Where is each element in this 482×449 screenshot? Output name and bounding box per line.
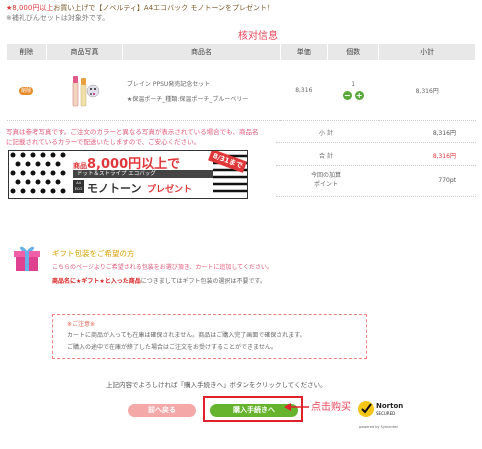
- annotation-click-to-buy: 点击购买: [311, 402, 351, 413]
- summary-points-row: 今回の加算 ポイント 770pt: [276, 166, 476, 197]
- gift-note: 商品名に★ギフト★と入った商品につきましてはギフト包装の選択は不要です。: [52, 276, 266, 285]
- gift-note-bold: 商品名に★ギフト★と入った商品: [52, 278, 141, 285]
- header-price: 単価: [279, 43, 329, 61]
- product-variant: ★保温ポーチ_種類:保温ポーチ_ブルーベリー: [126, 95, 249, 103]
- cart-row: 削除 ブレイン PPSU発売記念セット ★保温ポーチ_種類:保温ポーチ_ブルーベ…: [6, 60, 476, 121]
- banner-prefix: 商品: [73, 162, 87, 170]
- points-label: 今回の加算 ポイント: [276, 171, 376, 189]
- banner-present: プレゼント: [147, 185, 193, 195]
- notice-line2: ご購入の途中で在庫が終了した場合はご注文をお受けすることができません。: [67, 344, 277, 351]
- product-name: ブレイン PPSU発売記念セット: [126, 80, 211, 88]
- photo-disclaimer: 写真は参考写真です。ご注文のカラーと異なる写真が表示されている場合でも、商品名に…: [6, 128, 259, 146]
- order-summary: 小 計 8,316円 合 計 8,316円 今回の加算 ポイント 770pt: [276, 120, 476, 197]
- notice-line1: カートに商品が入っても在庫は確保されません。商品はご購入完了画面で確保されます。: [67, 332, 306, 339]
- quantity-stepper: − +: [329, 91, 378, 100]
- unit-price: 8,316: [280, 60, 328, 121]
- gift-instructions[interactable]: こちらのページよりご希望される包装をお選び頂き、カートに追加してください。: [52, 262, 273, 271]
- header-photo: 商品写真: [45, 43, 124, 61]
- subtotal-value: 8,316円: [432, 130, 456, 137]
- total-value: 8,316円: [432, 153, 456, 160]
- norton-brand: Norton: [376, 402, 404, 410]
- banner-line2: ドット＆ストライプ エコバッグ: [73, 170, 217, 178]
- cart-table: 削除 商品写真 商品名 単価 個数 小計 削除 ブレイン PPSU発売記念セット…: [6, 43, 476, 121]
- purchase-instruction: 上記内容でよろしければ「購入手続きへ」ボタンをクリックしてください。: [106, 381, 327, 389]
- summary-total-row: 合 計 8,316円: [276, 143, 476, 166]
- gift-title: ギフト包装をご希望の方: [52, 249, 135, 258]
- norton-powered: powered by Symantec: [359, 425, 399, 429]
- quantity-value: 1: [351, 81, 356, 88]
- header-qty: 個数: [326, 43, 380, 61]
- promo-text: お買い上げで【ノベルティ】A4エコバック モノトーンをプレゼント！: [53, 4, 275, 12]
- notice-title: ※ご注意※: [67, 321, 96, 328]
- arrow-icon: [284, 403, 309, 411]
- delete-button[interactable]: 削除: [19, 86, 34, 95]
- points-value: 770pt: [438, 177, 456, 184]
- promo-exclusion: ※補礼びんセットは対象外です。: [6, 14, 110, 22]
- summary-subtotal-row: 小 計 8,316円: [276, 120, 476, 143]
- norton-secured-text: SECURED: [376, 411, 396, 416]
- row-subtotal: 8,316円: [378, 60, 476, 121]
- annotation-check-info: 核对信息: [238, 31, 278, 42]
- gift-box-icon: [12, 243, 42, 275]
- norton-secured-badge[interactable]: Norton SECURED powered by Symantec: [357, 398, 404, 436]
- points-label-line1: 今回の加算: [310, 172, 341, 179]
- polka-dot-pattern: [9, 151, 69, 198]
- plus-icon[interactable]: +: [354, 91, 364, 100]
- minus-icon[interactable]: −: [342, 91, 352, 100]
- banner-title: モノトーン: [87, 182, 142, 195]
- header-delete: 削除: [6, 43, 47, 61]
- header-name: 商品名: [122, 43, 281, 61]
- promo-amount: ★8,000円以上: [6, 4, 54, 12]
- cart-header-row: 削除 商品写真 商品名 単価 個数 小計: [6, 43, 476, 61]
- total-label: 合 計: [319, 153, 333, 160]
- header-subtotal: 小計: [378, 43, 476, 61]
- banner-logo: A4 ECO: [73, 180, 84, 193]
- product-image[interactable]: [67, 72, 103, 110]
- promo-banner[interactable]: 商品8,000円以上で ドット＆ストライプ エコバッグ A4 ECO モノトーン…: [8, 150, 248, 199]
- gift-note-rest: につきましてはギフト包装の選択は不要です。: [140, 278, 266, 285]
- back-button[interactable]: 前へ戻る: [128, 404, 196, 417]
- subtotal-label: 小 計: [319, 130, 333, 137]
- top-promo-note: ★8,000円以上お買い上げで【ノベルティ】A4エコバック モノトーンをプレゼン…: [6, 3, 274, 23]
- caution-notice: ※ご注意※ カートに商品が入っても在庫は確保されません。商品はご購入完了画面で確…: [52, 314, 367, 359]
- points-label-line2: ポイント: [313, 181, 338, 188]
